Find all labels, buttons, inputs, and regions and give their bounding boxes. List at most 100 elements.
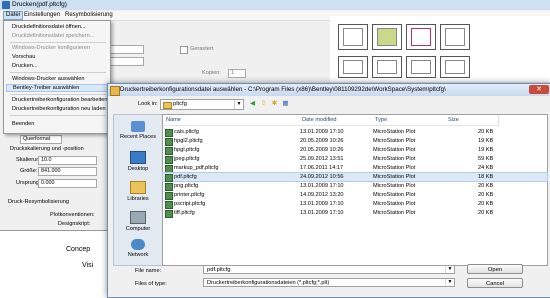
sheet-thumbnail[interactable] [372,56,402,78]
file-size: 24 KB [478,165,494,171]
menu-item-exit[interactable]: Beenden [12,121,34,127]
back-arrow-icon[interactable]: ◀ [248,99,257,108]
sheet-thumbnail[interactable] [440,24,470,50]
file-type: MicroStation Plot [373,201,416,207]
menu-item-print[interactable]: Drucken... [12,63,38,69]
pltcfg-file-icon [165,201,173,209]
place-computer[interactable]: Computer [114,211,162,232]
sheet-thumbnail[interactable] [372,24,402,50]
place-recent-places[interactable]: Recent Places [114,121,162,140]
resym-label: Druck-Resymbolisierung [8,199,69,205]
sheet-thumbnail[interactable] [406,24,436,50]
place-network[interactable]: Network [114,239,162,258]
cancel-button[interactable]: Cancel [467,278,523,288]
place-desktop[interactable]: Desktop [114,151,162,172]
new-folder-icon[interactable]: ✱ [270,99,279,108]
print-dialog-title: Drucken(pdf.pltcfg) [12,1,67,8]
column-header-name[interactable]: Name [163,115,300,126]
ursprung-input[interactable]: 0.000 [38,179,97,188]
filetype-select[interactable]: Druckertreiberkonfigurationsdateien (*.p… [203,278,455,287]
scaling-header: Druckskalierung und -position [10,146,84,152]
folder-icon [163,102,172,109]
up-folder-icon[interactable]: ⇧ [259,99,268,108]
groesse-input[interactable]: 841.000 [38,167,97,176]
column-header-type[interactable]: Type [372,115,446,126]
menu-item-reload-driver-config[interactable]: Druckertreiberkonfiguration neu laden [12,106,106,112]
menu-item-preview[interactable]: Vorschau [12,54,35,60]
kopien-label: Kopien: [202,70,221,76]
sheet-thumbnail[interactable] [338,24,368,50]
file-type: MicroStation Plot [373,147,416,153]
file-date: 13.01.2009 17:10 [300,183,344,189]
file-row[interactable]: pscript.pltcfg 13.01.2009 17:10 MicroStati… [163,200,547,209]
file-row[interactable]: hpgl.pltcfg 20.05.2009 10:26 MicroStation … [163,146,547,155]
file-type: MicroStation Plot [373,210,416,216]
menu-item-open-definition[interactable]: Druckdefinitionsdatei öffnen... [12,24,86,30]
skalierung-input[interactable]: 10.0 [38,156,97,165]
file-type: MicroStation Plot [373,174,416,180]
menu-item-configure-windows-printer[interactable]: Windows-Drucker konfigurieren [12,45,90,51]
file-date: 13.01.2009 17:10 [300,201,344,207]
menu-item-edit-driver-config[interactable]: Druckertreiberkonfiguration bearbeiten [12,97,107,103]
file-name: jpeg.pltcfg [174,156,200,162]
file-row[interactable]: jpeg.pltcfg 25.09.2012 13:51 MicroStation … [163,155,547,164]
open-button[interactable]: Open [467,264,523,274]
file-date: 25.09.2012 13:51 [300,156,344,162]
menu-item-select-windows-printer[interactable]: Windows-Drucker auswählen [12,76,84,82]
filename-input[interactable]: pdf.pltcfg ▼ [203,265,455,274]
chevron-down-icon: ▼ [234,100,243,109]
place-label: Libraries [127,196,149,202]
bg-dropdown-1[interactable] [110,45,144,54]
file-date: 20.05.2009 10:26 [300,138,344,144]
lookin-value: pltcfg [173,101,187,107]
kopien-input[interactable]: 1 [228,69,246,78]
file-type: MicroStation Plot [373,156,416,162]
chevron-down-icon[interactable]: ▼ [445,279,454,286]
place-libraries[interactable]: Libraries [114,181,162,202]
file-date: 24.09.2012 10:56 [300,174,344,180]
sheet-thumbnail[interactable] [440,56,470,78]
place-label: Desktop [127,166,149,172]
menu-item-select-bentley-driver[interactable]: Bentley-Treiber auswählen [6,84,112,92]
file-row[interactable]: pdf.pltcfg 24.09.2012 10:56 MicroStation P… [162,172,548,182]
file-row[interactable]: markup_pdf.pltcfg 17.06.2011 14:17 MicroSt… [163,164,547,173]
menu-item-save-definition[interactable]: Druckdefinitionsdatei speichern... [12,33,94,39]
bg-dropdown-2[interactable] [110,57,144,66]
plotkonv-label: Plotkonventionen: [50,212,95,218]
menu-einstellungen[interactable]: Einstellungen [22,12,62,18]
file-type: MicroStation Plot [373,129,416,135]
view-menu-icon[interactable]: ▦ [281,99,290,108]
file-name: pdf.pltcfg [174,174,197,180]
close-button[interactable]: ✕ [529,85,549,94]
menu-datei[interactable]: Datei [3,11,24,20]
pltcfg-file-icon [165,165,173,173]
chevron-down-icon[interactable]: ▼ [445,266,454,273]
file-size: 20 KB [478,192,494,198]
lookin-dropdown[interactable]: pltcfg ▼ [160,99,244,110]
filetype-value: Druckertreiberkonfigurationsdateien (*.p… [207,280,330,286]
gerastert-checkbox[interactable] [180,46,188,54]
filename-value: pdf.pltcfg [207,267,231,273]
filename-label: File name: [135,268,162,274]
orientation-select[interactable]: Querformat [20,135,62,144]
sheet-thumbnail[interactable] [338,56,368,78]
pltcfg-file-icon [165,138,173,146]
file-row[interactable]: hpgl2.pltcfg 20.05.2009 10:26 MicroStation… [163,137,547,146]
file-type: MicroStation Plot [373,165,416,171]
places-bar: Recent Places Desktop Libraries Computer… [113,114,163,266]
printer-app-icon [2,1,10,9]
sheet-thumbnail[interactable] [406,56,436,78]
column-header-date[interactable]: Date modified [299,115,373,126]
file-date: 17.06.2011 14:17 [300,165,344,171]
menu-separator [10,42,106,43]
designskript-label: Designskript: [58,221,91,227]
place-label: Network [127,252,149,258]
file-row[interactable]: png.pltcfg 13.01.2009 17:10 MicroStation P… [163,182,547,191]
file-row[interactable]: tiff.pltcfg 13.01.2009 17:10 MicroStation … [163,209,547,218]
file-row[interactable]: cals.pltcfg 13.01.2009 17:10 MicroStation … [163,128,547,137]
menu-resymbolisierung[interactable]: Resymbolisierung [63,12,115,18]
file-size: 20 KB [478,201,494,207]
file-row[interactable]: printer.pltcfg 14.09.2012 13:20 MicroStati… [163,191,547,200]
file-size: 20 KB [478,210,494,216]
column-header-size[interactable]: Size [445,115,499,126]
